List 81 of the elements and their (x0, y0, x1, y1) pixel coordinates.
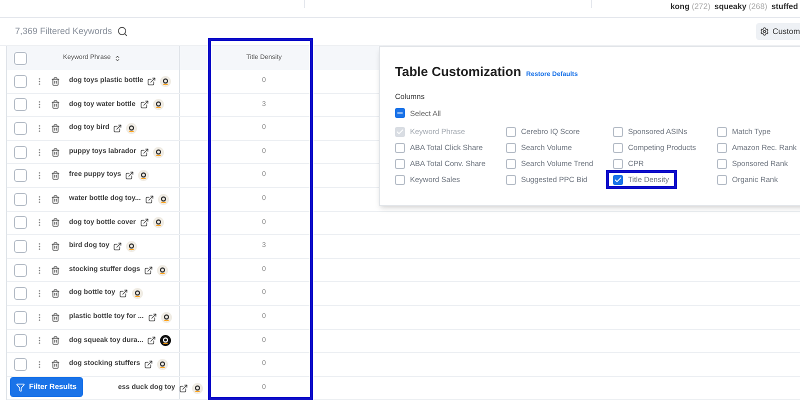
checkbox[interactable] (613, 142, 623, 152)
badge-icon[interactable] (157, 358, 168, 370)
trash-icon[interactable] (51, 148, 60, 157)
external-link-icon[interactable] (125, 171, 134, 180)
keyword-tag[interactable]: kong (272) (670, 1, 710, 13)
external-link-icon[interactable] (144, 194, 154, 204)
checkbox[interactable] (14, 216, 27, 230)
checkbox[interactable] (14, 146, 27, 159)
trash-icon[interactable] (51, 336, 60, 346)
checkbox[interactable] (14, 310, 27, 324)
external-link-icon[interactable] (144, 360, 154, 369)
keyword-tag[interactable]: squeaky (268) (714, 1, 768, 13)
badge-icon[interactable] (152, 217, 164, 228)
checkbox[interactable] (506, 174, 516, 184)
filter-icon (16, 382, 25, 392)
trash-icon[interactable] (51, 242, 60, 251)
checkbox[interactable] (395, 174, 405, 184)
checkbox[interactable] (14, 334, 27, 348)
badge-icon[interactable] (152, 99, 164, 110)
trash-icon[interactable] (51, 218, 60, 228)
search-icon[interactable] (117, 26, 128, 37)
external-link-icon[interactable] (140, 218, 149, 228)
external-link-icon[interactable] (147, 336, 156, 346)
trash-icon[interactable] (51, 124, 60, 133)
checkbox[interactable] (717, 126, 727, 136)
trash-icon[interactable] (51, 360, 60, 369)
checkbox[interactable] (613, 174, 623, 184)
badge-icon[interactable] (157, 264, 168, 276)
checkbox[interactable] (717, 158, 727, 168)
checkbox[interactable] (506, 126, 516, 136)
trash-icon[interactable] (51, 194, 60, 204)
trash-icon[interactable] (51, 289, 60, 298)
badge-icon[interactable] (160, 335, 172, 346)
sort-icon[interactable] (114, 54, 121, 62)
trash-icon[interactable] (51, 171, 60, 180)
checkbox[interactable] (395, 158, 405, 168)
badge-icon[interactable] (160, 76, 172, 87)
trash-icon[interactable] (51, 266, 60, 275)
badge-icon[interactable] (160, 312, 172, 323)
gear-icon (760, 27, 770, 36)
trash-icon[interactable] (51, 100, 60, 110)
checkbox[interactable] (14, 358, 27, 371)
checkbox[interactable] (613, 158, 623, 168)
external-link-icon[interactable] (179, 384, 188, 393)
badge-icon[interactable] (126, 240, 138, 252)
filtered-count: 7,369 Filtered Keywords (15, 24, 112, 38)
badge-icon[interactable] (158, 194, 169, 205)
checkbox[interactable] (613, 126, 623, 136)
checkbox[interactable] (14, 122, 27, 135)
keyword-tag[interactable]: stuffed (771, 1, 798, 13)
checkbox[interactable] (395, 142, 405, 152)
external-link-icon[interactable] (113, 124, 122, 133)
checkbox[interactable] (395, 108, 405, 118)
badge-icon[interactable] (126, 122, 138, 134)
badge-icon[interactable] (138, 170, 150, 182)
checkbox[interactable] (14, 240, 27, 253)
checkbox[interactable] (14, 52, 27, 64)
external-link-icon[interactable] (147, 76, 156, 86)
badge-icon[interactable] (192, 382, 204, 394)
external-link-icon[interactable] (140, 148, 150, 157)
external-link-icon[interactable] (148, 312, 157, 322)
checkbox[interactable] (14, 74, 27, 88)
checkbox[interactable] (14, 192, 27, 206)
checkbox[interactable] (506, 158, 516, 168)
external-link-icon[interactable] (119, 289, 128, 298)
checkbox[interactable] (717, 142, 727, 152)
external-link-icon[interactable] (144, 266, 154, 275)
checkbox[interactable] (14, 287, 27, 300)
external-link-icon[interactable] (140, 100, 148, 110)
checkbox[interactable] (506, 142, 516, 152)
external-link-icon[interactable] (113, 242, 122, 251)
checkbox[interactable] (14, 169, 27, 182)
checkbox[interactable] (14, 264, 27, 277)
trash-icon[interactable] (51, 76, 60, 86)
badge-icon[interactable] (132, 288, 144, 300)
customize-button[interactable]: Custom (756, 23, 800, 40)
panel-title: Table Customization (395, 63, 522, 81)
badge-icon[interactable] (153, 146, 164, 158)
checkbox[interactable] (14, 98, 27, 112)
checkbox[interactable] (717, 174, 727, 184)
trash-icon[interactable] (51, 312, 60, 322)
